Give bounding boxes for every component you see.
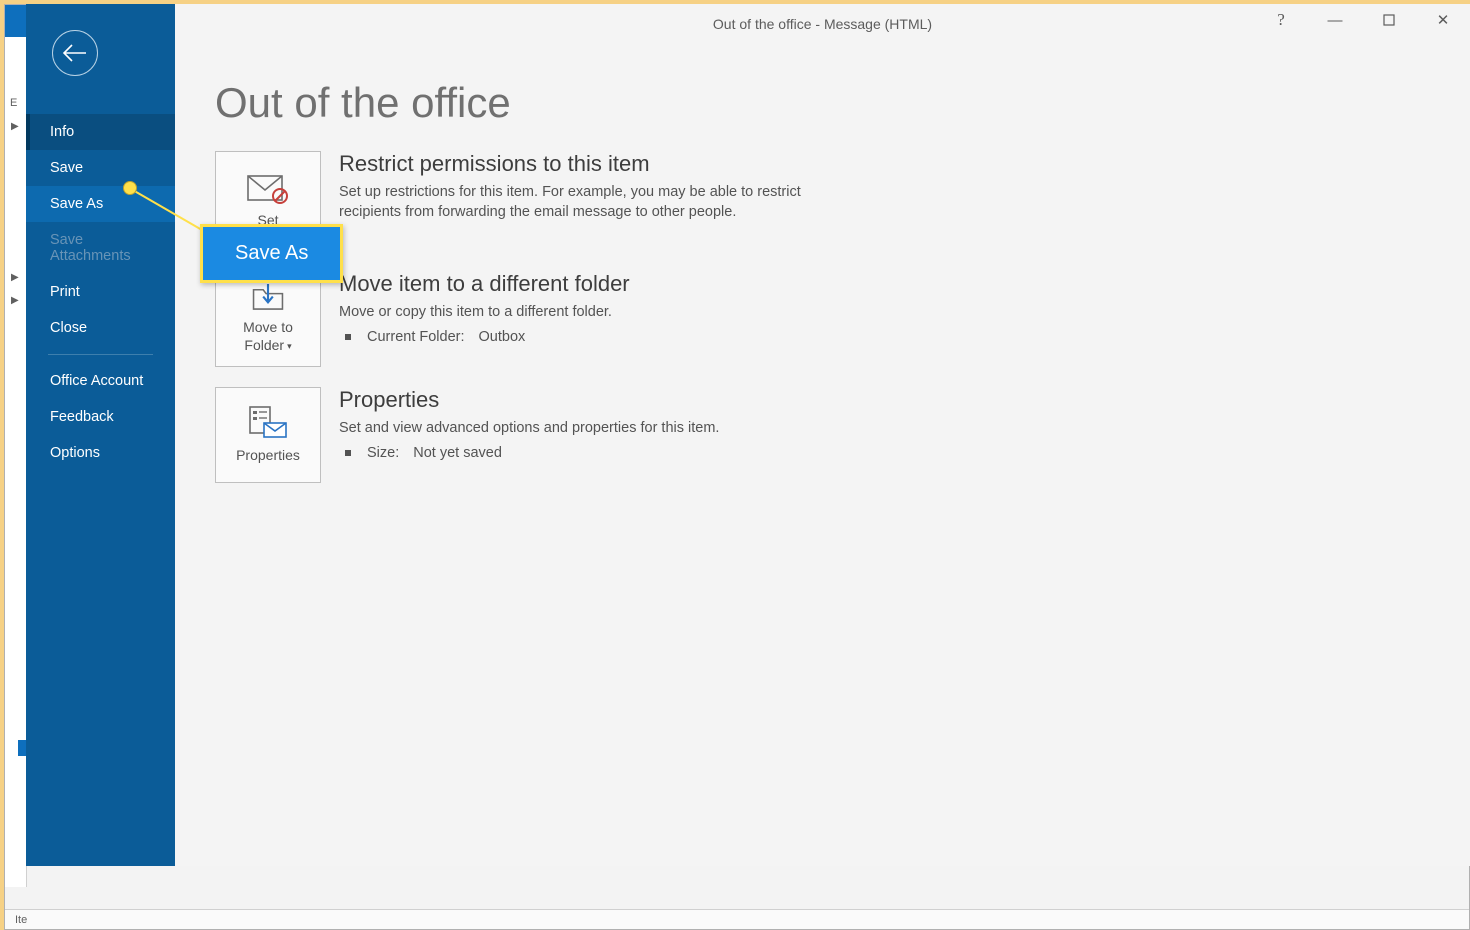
properties-text: Properties Set and view advanced options… [339, 387, 719, 461]
section-properties: Properties Properties Set and view advan… [215, 387, 1470, 483]
close-button[interactable]: ✕ [1416, 4, 1470, 36]
sidebar-item-label: Close [50, 320, 87, 336]
title-bar: Out of the office - Message (HTML) ? — ✕ [175, 4, 1470, 44]
sidebar-item-info[interactable]: Info [26, 114, 175, 150]
sidebar-item-label: Options [50, 445, 100, 461]
restrict-body: Set up restrictions for this item. For e… [339, 183, 859, 222]
sidebar-item-feedback[interactable]: Feedback [26, 399, 175, 435]
kv-value: Outbox [479, 329, 526, 345]
chevron-down-icon: ▾ [287, 341, 292, 352]
info-sections: Set Restrict permissions to this item Se… [215, 151, 1470, 483]
arrow-left-icon [62, 43, 88, 63]
bullet-icon [345, 450, 351, 456]
caret-icon: ▶ [11, 121, 26, 132]
sidebar-item-save[interactable]: Save [26, 150, 175, 186]
sidebar-item-label: Office Account [50, 373, 143, 389]
caret-icon: ▶ [11, 272, 26, 283]
maximize-button[interactable] [1362, 4, 1416, 36]
bullet-icon [345, 334, 351, 340]
sidebar-item-label: Info [50, 124, 74, 140]
kv-value: Not yet saved [413, 445, 502, 461]
properties-icon [248, 405, 288, 439]
sidebar-item-close[interactable]: Close [26, 310, 175, 346]
restrict-text: Restrict permissions to this item Set up… [339, 151, 859, 222]
kv-label: Size: [367, 445, 399, 461]
close-icon: ✕ [1437, 11, 1450, 29]
backstage-content: Out of the office - Message (HTML) ? — ✕… [175, 4, 1470, 866]
sidebar-item-print[interactable]: Print [26, 274, 175, 310]
move-button-text: Move to Folder [243, 319, 293, 353]
background-statusbar: Ite [5, 909, 1469, 929]
properties-button-label: Properties [236, 447, 300, 465]
background-folder-label: E [10, 97, 26, 109]
move-body: Move or copy this item to a different fo… [339, 303, 630, 323]
sidebar-item-save-attachments: Save Attachments [26, 222, 175, 274]
caret-icon: ▶ [11, 295, 26, 306]
page-title: Out of the office [215, 79, 1470, 127]
sidebar-divider [48, 354, 153, 355]
window-controls: ? — ✕ [1254, 4, 1470, 36]
backstage-sidebar: Info Save Save As Save Attachments Print… [26, 4, 175, 866]
callout-label: Save As [200, 224, 343, 283]
properties-heading: Properties [339, 387, 719, 413]
properties-button[interactable]: Properties [215, 387, 321, 483]
sidebar-item-save-as[interactable]: Save As [26, 186, 175, 222]
sidebar-item-label: Print [50, 284, 80, 300]
maximize-icon [1383, 14, 1395, 26]
status-text: Ite [15, 914, 27, 926]
move-heading: Move item to a different folder [339, 271, 630, 297]
restrict-icon [246, 172, 290, 204]
move-button-label: Move to Folder▾ [222, 319, 314, 354]
callout-dot [123, 181, 137, 195]
move-to-folder-icon [251, 284, 285, 311]
backstage-window: Info Save Save As Save Attachments Print… [26, 4, 1470, 866]
sidebar-item-label: Save Attachments [50, 232, 131, 264]
sidebar-item-label: Feedback [50, 409, 114, 425]
sidebar-item-office-account[interactable]: Office Account [26, 363, 175, 399]
kv-label: Current Folder: [367, 329, 465, 345]
callout-text: Save As [235, 242, 308, 264]
minimize-button[interactable]: — [1308, 4, 1362, 36]
sidebar-item-label: Save As [50, 196, 103, 212]
move-button[interactable]: Move to Folder▾ [215, 271, 321, 367]
help-button[interactable]: ? [1254, 4, 1308, 36]
section-move: Move to Folder▾ Move item to a different… [215, 271, 1470, 367]
background-folder-pane: E ▶ ▶ ▶ [5, 37, 27, 887]
sidebar-item-options[interactable]: Options [26, 435, 175, 471]
move-current-folder: Current Folder: Outbox [339, 329, 630, 345]
sidebar-item-label: Save [50, 160, 83, 176]
properties-size: Size: Not yet saved [339, 445, 719, 461]
properties-body: Set and view advanced options and proper… [339, 419, 719, 439]
help-icon: ? [1277, 10, 1285, 30]
sidebar-menu-primary: Info Save Save As Save Attachments Print… [26, 114, 175, 471]
restrict-heading: Restrict permissions to this item [339, 151, 859, 177]
move-text: Move item to a different folder Move or … [339, 271, 630, 345]
minimize-icon: — [1328, 12, 1343, 29]
section-restrict: Set Restrict permissions to this item Se… [215, 151, 1470, 251]
back-button[interactable] [52, 30, 98, 76]
